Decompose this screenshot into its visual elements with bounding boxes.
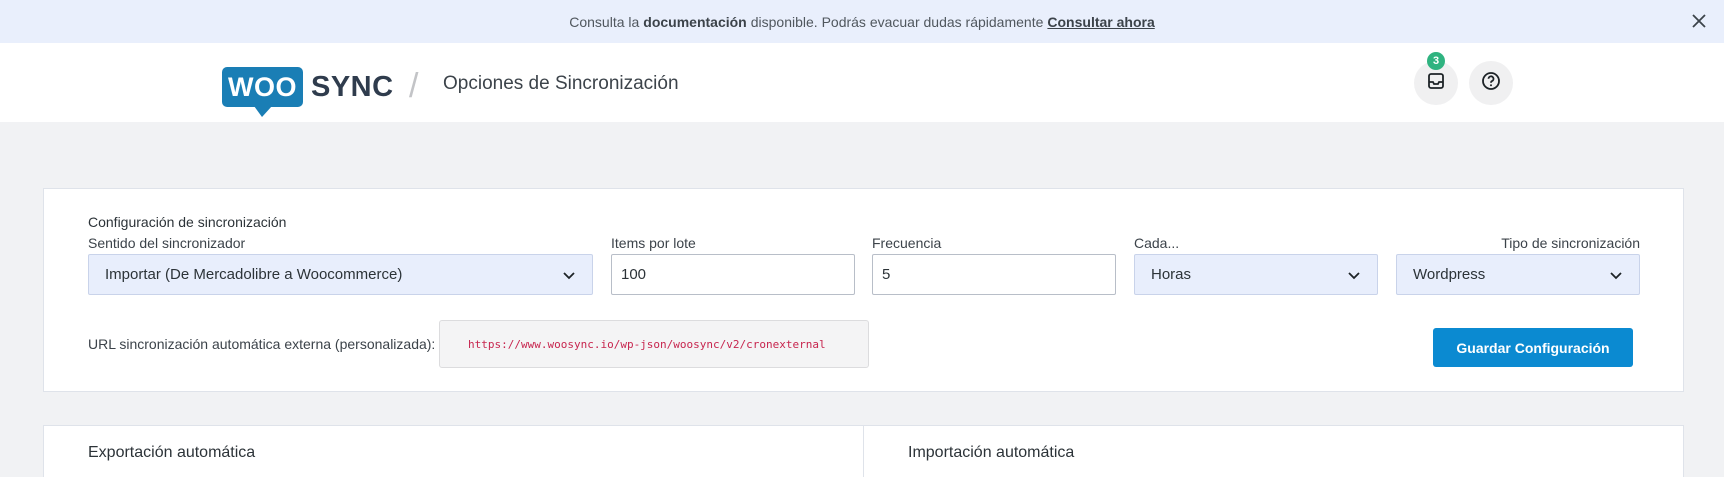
woosync-logo[interactable]: WOO SYNC bbox=[222, 63, 394, 117]
type-value: Wordpress bbox=[1413, 266, 1486, 283]
chevron-down-icon bbox=[1610, 271, 1622, 279]
logo-sync: SYNC bbox=[311, 70, 394, 103]
batch-input[interactable]: 100 bbox=[611, 254, 855, 295]
import-panel: Importación automática bbox=[863, 425, 1684, 477]
type-label: Tipo de sincronización bbox=[1501, 235, 1640, 251]
help-icon bbox=[1481, 71, 1501, 96]
every-select[interactable]: Horas bbox=[1134, 254, 1378, 295]
notice-middle: disponible. Podrás evacuar dudas rápidam… bbox=[750, 13, 1044, 30]
app-header: WOO SYNC / Opciones de Sincronización 3 bbox=[0, 43, 1724, 122]
notice-consult-link[interactable]: Consultar ahora bbox=[1047, 14, 1154, 30]
close-icon[interactable] bbox=[1688, 10, 1710, 32]
type-select[interactable]: Wordpress bbox=[1396, 254, 1640, 295]
import-title: Importación automática bbox=[908, 444, 1075, 461]
chevron-down-icon bbox=[563, 271, 575, 279]
url-label: URL sincronización automática externa (p… bbox=[88, 336, 436, 352]
export-title: Exportación automática bbox=[88, 444, 256, 461]
inbox-count-badge: 3 bbox=[1427, 52, 1445, 70]
notice-bold: documentación bbox=[643, 13, 747, 30]
inbox-button[interactable]: 3 bbox=[1414, 52, 1458, 105]
direction-select[interactable]: Importar (De Mercadolibre a Woocommerce) bbox=[88, 254, 593, 295]
title-separator: / bbox=[409, 67, 419, 105]
every-value: Horas bbox=[1151, 266, 1192, 283]
page-title: Opciones de Sincronización bbox=[443, 73, 679, 94]
section-title: Configuración de sincronización bbox=[88, 214, 287, 230]
every-label: Cada... bbox=[1134, 235, 1180, 251]
save-config-button[interactable]: Guardar Configuración bbox=[1433, 328, 1633, 367]
export-panel: Exportación automática bbox=[43, 425, 864, 477]
batch-label: Items por lote bbox=[611, 235, 696, 251]
frequency-label: Frecuencia bbox=[872, 235, 942, 251]
url-box[interactable]: https://www.woosync.io/wp-json/woosync/v… bbox=[439, 320, 869, 368]
frequency-input[interactable]: 5 bbox=[872, 254, 1116, 295]
inbox-icon bbox=[1426, 71, 1446, 96]
direction-label: Sentido del sincronizador bbox=[88, 235, 246, 251]
notice-bar: Consulta la documentación disponible. Po… bbox=[0, 0, 1724, 43]
frequency-value: 5 bbox=[882, 266, 891, 283]
logo-woo: WOO bbox=[222, 67, 303, 117]
direction-value: Importar (De Mercadolibre a Woocommerce) bbox=[105, 266, 403, 283]
batch-value: 100 bbox=[621, 266, 647, 283]
chevron-down-icon bbox=[1348, 271, 1360, 279]
notice-prefix: Consulta la bbox=[569, 13, 640, 30]
sync-config-card: Configuración de sincronización Sentido … bbox=[43, 188, 1684, 392]
help-button[interactable] bbox=[1469, 61, 1513, 105]
url-value: https://www.woosync.io/wp-json/woosync/v… bbox=[468, 337, 826, 351]
